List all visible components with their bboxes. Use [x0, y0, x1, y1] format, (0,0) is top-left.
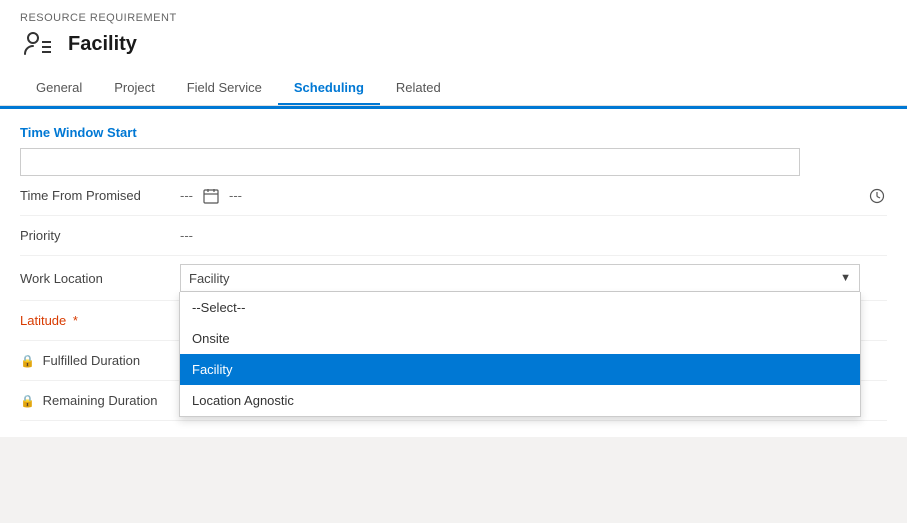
- required-star: *: [73, 313, 78, 328]
- dropdown-option-onsite[interactable]: Onsite: [180, 323, 860, 354]
- time-window-start-input[interactable]: [20, 148, 800, 176]
- priority-value: ---: [180, 228, 887, 243]
- calendar-icon-button[interactable]: [201, 186, 221, 206]
- tab-project[interactable]: Project: [98, 72, 170, 105]
- section-title: Time Window Start: [20, 125, 887, 140]
- form-section: Time Window Start Time From Promised ---…: [0, 109, 907, 437]
- work-location-dropdown-list: --Select-- Onsite Facility Location Agno…: [179, 292, 861, 417]
- tab-navigation: General Project Field Service Scheduling…: [20, 72, 887, 105]
- tab-related[interactable]: Related: [380, 72, 457, 105]
- lock-icon-fulfilled: 🔒: [20, 354, 35, 368]
- fulfilled-duration-label: 🔒 Fulfilled Duration: [20, 353, 180, 368]
- priority-label: Priority: [20, 228, 180, 243]
- page-title: Facility: [68, 33, 137, 56]
- page-header: RESOURCE REQUIREMENT Facility General Pr…: [0, 0, 907, 106]
- work-location-row: Work Location Facility ▼ --Select-- Onsi…: [20, 256, 887, 301]
- time-from-promised-label: Time From Promised: [20, 188, 180, 203]
- time-from-promised-value2: ---: [229, 188, 242, 203]
- time-from-promised-value1: ---: [180, 188, 193, 203]
- dropdown-option-select[interactable]: --Select--: [180, 292, 860, 323]
- priority-row: Priority ---: [20, 216, 887, 256]
- tab-general[interactable]: General: [20, 72, 98, 105]
- time-from-promised-row: Time From Promised --- ---: [20, 176, 887, 216]
- dropdown-option-location-agnostic[interactable]: Location Agnostic: [180, 385, 860, 416]
- work-location-label: Work Location: [20, 271, 180, 286]
- work-location-selected-value: Facility: [189, 271, 229, 286]
- header-title-row: Facility: [20, 26, 887, 62]
- dropdown-option-facility[interactable]: Facility: [180, 354, 860, 385]
- tab-scheduling[interactable]: Scheduling: [278, 72, 380, 105]
- time-from-promised-value: --- ---: [180, 186, 887, 206]
- work-location-value: Facility ▼ --Select-- Onsite Facility Lo…: [180, 264, 887, 292]
- work-location-dropdown[interactable]: Facility ▼: [180, 264, 860, 292]
- entity-icon: [20, 26, 56, 62]
- work-location-dropdown-wrapper: Facility ▼ --Select-- Onsite Facility Lo…: [180, 264, 860, 292]
- chevron-down-icon: ▼: [840, 272, 851, 284]
- tab-field-service[interactable]: Field Service: [171, 72, 278, 105]
- priority-dashes: ---: [180, 228, 193, 243]
- latitude-label: Latitude *: [20, 313, 180, 328]
- content-area: Time Window Start Time From Promised ---…: [0, 109, 907, 437]
- lock-icon-remaining: 🔒: [20, 394, 35, 408]
- time-icon-button[interactable]: [867, 186, 887, 206]
- record-type-label: RESOURCE REQUIREMENT: [20, 12, 887, 24]
- remaining-duration-label: 🔒 Remaining Duration: [20, 393, 180, 408]
